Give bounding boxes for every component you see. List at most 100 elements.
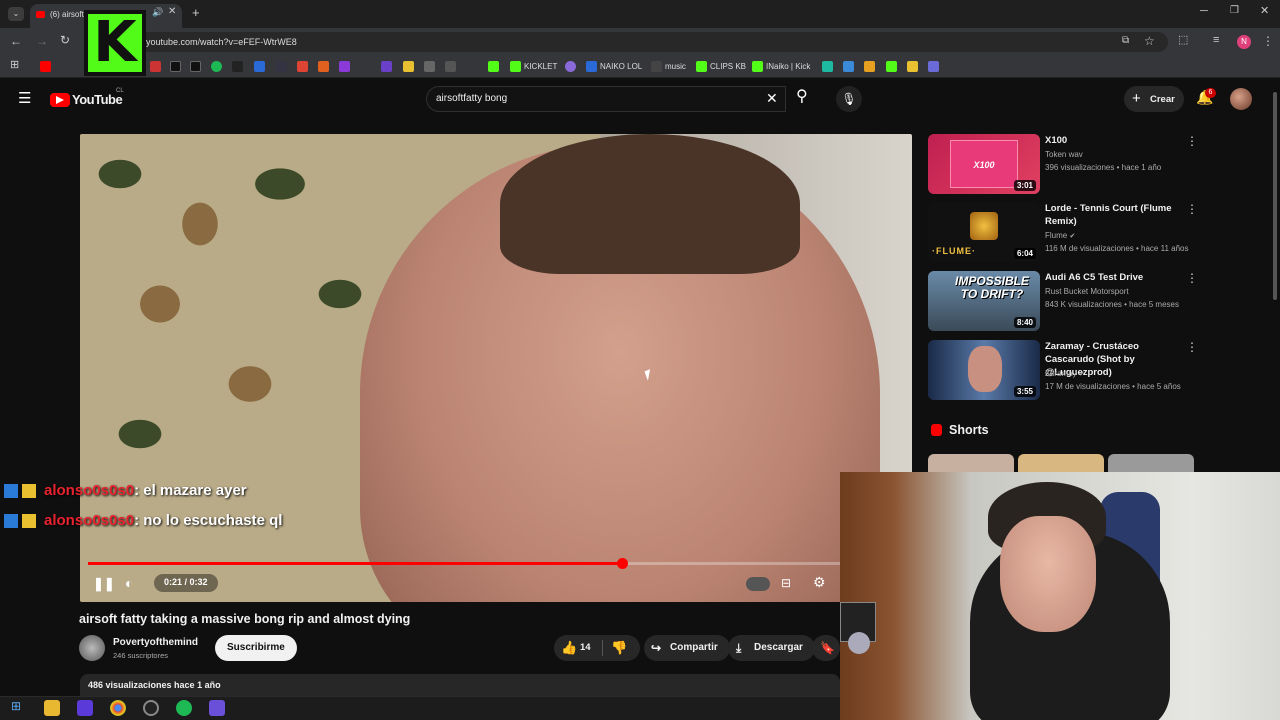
- search-icon[interactable]: ⚲: [796, 89, 808, 105]
- bookmark-star-icon[interactable]: ☆: [1144, 35, 1155, 47]
- bookmark-inaiko-kick[interactable]: INaiko | Kick: [766, 62, 810, 71]
- bookmark-icon[interactable]: [318, 61, 329, 72]
- windows-start-icon[interactable]: ⊞: [11, 700, 21, 712]
- bookmark-icon[interactable]: [276, 61, 287, 72]
- create-button[interactable]: + Crear: [1124, 86, 1184, 112]
- like-count[interactable]: 14: [580, 635, 591, 661]
- bookmark-icon[interactable]: [445, 61, 456, 72]
- hamburger-menu-icon[interactable]: ☰: [18, 91, 31, 106]
- recommended-title[interactable]: Lorde - Tennis Court (Flume Remix): [1045, 202, 1185, 228]
- more-options-icon[interactable]: ⋮: [1186, 271, 1198, 285]
- page-scrollbar[interactable]: [1273, 92, 1277, 300]
- new-tab-icon[interactable]: +: [192, 6, 200, 19]
- progress-scrubber[interactable]: [616, 558, 628, 569]
- forward-icon[interactable]: →: [36, 35, 48, 47]
- obs-icon[interactable]: [143, 700, 159, 716]
- bookmark-spotify-icon[interactable]: [211, 61, 222, 72]
- profile-avatar[interactable]: N: [1237, 35, 1251, 49]
- bookmark-icon[interactable]: [864, 61, 875, 72]
- spotify-icon[interactable]: [176, 700, 192, 716]
- bookmark-tiktok-icon[interactable]: [190, 61, 201, 72]
- bookmark-icon[interactable]: [297, 61, 308, 72]
- account-avatar[interactable]: [1230, 88, 1252, 110]
- bookmark-icon[interactable]: [822, 61, 833, 72]
- bookmark-x-icon[interactable]: [170, 61, 181, 72]
- like-thumb-icon[interactable]: 👍: [561, 635, 577, 661]
- file-explorer-icon[interactable]: [44, 700, 60, 716]
- bookmark-icon[interactable]: [886, 61, 897, 72]
- more-options-icon[interactable]: ⋮: [1186, 134, 1198, 148]
- bookmark-kicklet[interactable]: KICKLET: [524, 62, 557, 71]
- channel-avatar[interactable]: [79, 635, 105, 661]
- tab-close-icon[interactable]: ✕: [168, 7, 176, 17]
- channel-name[interactable]: Povertyofthemind: [113, 637, 198, 648]
- minimize-icon[interactable]: ─: [1200, 6, 1208, 17]
- clear-search-icon[interactable]: ✕: [766, 91, 778, 105]
- recommended-channel[interactable]: Zaramay ✔: [1045, 367, 1085, 381]
- bookmark-youtube-icon[interactable]: [40, 61, 51, 72]
- recommended-title[interactable]: Audi A6 C5 Test Drive: [1045, 271, 1185, 284]
- subscribe-button[interactable]: Suscribirme: [215, 635, 297, 661]
- bookmark-icon[interactable]: [843, 61, 854, 72]
- restore-icon[interactable]: ❐: [1230, 6, 1239, 16]
- window-close-icon[interactable]: ✕: [1260, 6, 1269, 17]
- video-thumbnail[interactable]: X100 3:01: [928, 134, 1040, 194]
- download-button[interactable]: ⤓ Descargar: [728, 635, 815, 661]
- bookmark-icon[interactable]: [232, 61, 243, 72]
- bookmark-kick-icon[interactable]: [488, 61, 499, 72]
- share-button[interactable]: ↪ Compartir: [644, 635, 730, 661]
- discord-icon[interactable]: [209, 700, 225, 716]
- tab-audio-icon[interactable]: 🔊: [152, 8, 163, 17]
- bookmark-icon[interactable]: [928, 61, 939, 72]
- more-options-icon[interactable]: ⋮: [1186, 202, 1198, 216]
- pause-icon[interactable]: ❚❚: [93, 576, 115, 592]
- shorts-heading[interactable]: Shorts: [949, 423, 989, 437]
- more-options-icon[interactable]: ⋮: [1186, 340, 1198, 354]
- voice-search-icon[interactable]: 🎙: [836, 86, 862, 112]
- chrome-icon[interactable]: [110, 700, 126, 716]
- short-thumbnail[interactable]: [1018, 454, 1104, 472]
- volume-icon[interactable]: ◐: [125, 575, 133, 591]
- bookmark-icon[interactable]: [565, 61, 576, 72]
- recommended-title[interactable]: X100: [1045, 134, 1185, 147]
- bookmark-icon[interactable]: [254, 61, 265, 72]
- autoplay-toggle[interactable]: [746, 577, 770, 591]
- bookmark-kicklet-icon[interactable]: [510, 61, 521, 72]
- bookmark-music-icon[interactable]: [651, 61, 662, 72]
- browser-menu-icon[interactable]: ⋮: [1262, 35, 1274, 47]
- bookmark-naiko-icon[interactable]: [586, 61, 597, 72]
- extensions-icon[interactable]: ⬚: [1178, 35, 1188, 46]
- settings-gear-icon[interactable]: ⚙: [813, 574, 826, 591]
- search-input[interactable]: airsoftfatty bong: [436, 93, 507, 104]
- bookmark-kick-icon[interactable]: [752, 61, 763, 72]
- back-icon[interactable]: ←: [10, 35, 22, 47]
- dislike-thumb-icon[interactable]: 👎: [611, 635, 627, 661]
- bookmark-music[interactable]: music: [665, 62, 686, 71]
- bookmark-naiko-lol[interactable]: NAIKO LOL: [600, 62, 642, 71]
- short-thumbnail[interactable]: [1108, 454, 1194, 472]
- recommended-video[interactable]: 3:55 Zaramay - Crustáceo Cascarudo (Shot…: [928, 340, 1198, 404]
- bookmark-icon[interactable]: [907, 61, 918, 72]
- recommended-video[interactable]: X100 3:01 X100 Token wav 396 visualizaci…: [928, 134, 1198, 198]
- bookmark-icon[interactable]: [424, 61, 435, 72]
- video-thumbnail[interactable]: ·FLUME· 6:04: [928, 202, 1040, 262]
- short-thumbnail[interactable]: [928, 454, 1014, 472]
- recommended-channel[interactable]: Rust Bucket Motorsport: [1045, 285, 1129, 298]
- recommended-channel[interactable]: Flume ✔: [1045, 229, 1075, 243]
- app-icon[interactable]: [77, 700, 93, 716]
- url-text[interactable]: youtube.com/watch?v=eFEF-WtrWE8: [146, 37, 297, 47]
- bookmark-clips-icon[interactable]: [696, 61, 707, 72]
- video-thumbnail[interactable]: IMPOSSIBLE TO DRIFT? 8:40: [928, 271, 1040, 331]
- tab-search-icon[interactable]: ⌄: [8, 7, 24, 21]
- save-button[interactable]: 🔖: [812, 635, 840, 661]
- apps-grid-icon[interactable]: ⊞: [10, 60, 19, 71]
- media-control-icon[interactable]: ≡: [1213, 35, 1219, 46]
- bookmark-icon[interactable]: [150, 61, 161, 72]
- reload-icon[interactable]: ↻: [60, 34, 70, 46]
- bookmark-clips-kb[interactable]: CLIPS KB: [710, 62, 746, 71]
- subtitles-icon[interactable]: ⊟: [781, 576, 791, 590]
- recommended-video[interactable]: IMPOSSIBLE TO DRIFT? 8:40 Audi A6 C5 Tes…: [928, 271, 1198, 335]
- install-app-icon[interactable]: ⧉: [1122, 36, 1129, 46]
- video-thumbnail[interactable]: 3:55: [928, 340, 1040, 400]
- bookmark-icon[interactable]: [381, 61, 392, 72]
